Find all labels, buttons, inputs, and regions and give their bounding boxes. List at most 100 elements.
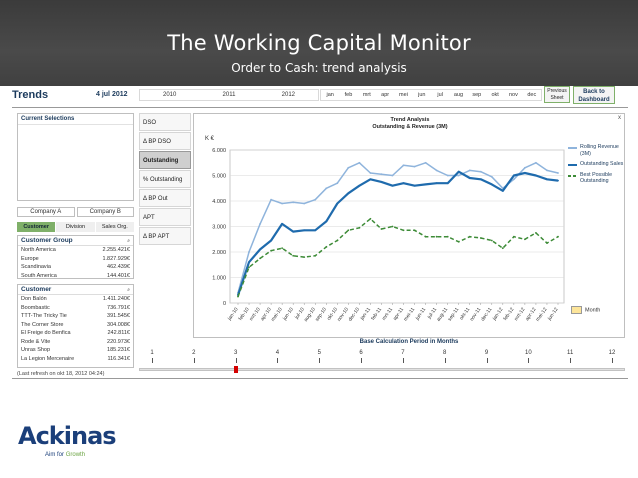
company-a-button[interactable]: Company A bbox=[17, 207, 75, 217]
slider-track[interactable] bbox=[139, 368, 625, 371]
x-tick-label: sep-11 bbox=[447, 307, 461, 323]
data-point bbox=[468, 235, 471, 238]
data-point bbox=[513, 174, 515, 177]
legend-item: Rolling Revenue (3M) bbox=[567, 144, 625, 157]
list-item[interactable]: Rode & Vite 220.973€ bbox=[18, 338, 133, 347]
month-option[interactable]: dec bbox=[523, 90, 541, 100]
back-to-dashboard-button[interactable]: Back to Dashboard bbox=[573, 86, 615, 104]
divider bbox=[12, 107, 628, 108]
legend-swatch bbox=[568, 164, 577, 166]
year-option[interactable]: 2011 bbox=[199, 90, 258, 100]
month-option[interactable]: mei bbox=[394, 90, 412, 100]
close-icon[interactable]: x bbox=[618, 115, 621, 121]
slider-tick bbox=[235, 358, 237, 363]
chart-title: Trend Analysis bbox=[390, 117, 430, 123]
list-item-value: 185.231€ bbox=[107, 347, 130, 353]
customer-list[interactable]: Customer ⌕ Don Balón 1.411.240€ Boombasti… bbox=[17, 284, 134, 368]
data-point bbox=[524, 166, 526, 169]
data-point bbox=[413, 165, 416, 168]
x-tick-label: jun-11 bbox=[414, 307, 427, 323]
page-title: The Working Capital Monitor bbox=[167, 31, 471, 55]
month-option[interactable]: jan bbox=[321, 90, 339, 100]
month-option[interactable]: mrt bbox=[358, 90, 376, 100]
legend-label: Best Possible Outstanding bbox=[580, 171, 613, 185]
list-item-value: 1.827.929€ bbox=[102, 255, 130, 262]
month-option[interactable]: jun bbox=[413, 90, 431, 100]
customer-group-list[interactable]: Customer Group ⌕ North America 2.255.421€… bbox=[17, 235, 134, 279]
kpi-bp-dso-button[interactable]: Δ BP DSO bbox=[139, 132, 191, 150]
data-point bbox=[457, 170, 460, 173]
period-slider[interactable]: 1 2 3 4 5 6 7 8 9 10 11 12 bbox=[139, 347, 625, 375]
kpi-apt-button[interactable]: APT bbox=[139, 208, 191, 226]
data-point bbox=[479, 178, 482, 181]
trend-chart: 0 1.000 2.000 3.000 4.000 5.000 6.000 jan-10 feb… bbox=[193, 113, 625, 338]
list-item[interactable]: North America 2.255.421€ bbox=[18, 246, 133, 255]
month-toggle[interactable]: Month bbox=[571, 306, 600, 314]
slider-tick bbox=[402, 358, 404, 363]
month-option[interactable]: apr bbox=[376, 90, 394, 100]
data-point bbox=[336, 239, 339, 242]
company-logo: Ackinas Aim for Growth bbox=[18, 422, 117, 466]
slider-tick bbox=[528, 358, 530, 363]
year-option[interactable]: 2010 bbox=[140, 90, 199, 100]
company-b-button[interactable]: Company B bbox=[76, 207, 134, 217]
month-option[interactable]: jul bbox=[431, 90, 449, 100]
data-point bbox=[446, 182, 449, 185]
search-icon[interactable]: ⌕ bbox=[127, 286, 130, 293]
slider-tick bbox=[277, 358, 279, 363]
series-line bbox=[236, 170, 559, 296]
list-item[interactable]: Europe 1.827.929€ bbox=[18, 255, 133, 264]
slider-tick bbox=[570, 358, 572, 363]
kpi-bp-apt-button[interactable]: Δ BP APT bbox=[139, 227, 191, 245]
list-item[interactable]: Unras Shop 185.231€ bbox=[18, 346, 133, 355]
data-point bbox=[347, 229, 350, 232]
kpi-bp-out-button[interactable]: Δ BP Out bbox=[139, 189, 191, 207]
data-point bbox=[314, 198, 317, 201]
legend-item: Best Possible Outstanding bbox=[567, 172, 625, 185]
month-option[interactable]: sep bbox=[468, 90, 486, 100]
list-item-value: 242.811€ bbox=[107, 330, 130, 336]
kpi-pct-outstanding-button[interactable]: % Outstanding bbox=[139, 170, 191, 188]
list-item[interactable]: Boombastic 736.791€ bbox=[18, 304, 133, 313]
legend-label: Outstanding Sales bbox=[580, 161, 624, 167]
list-item[interactable]: El Freige do Benfica 242.811€ bbox=[18, 329, 133, 338]
tab-sales-org[interactable]: Sales Org. bbox=[95, 222, 134, 232]
data-point bbox=[557, 235, 559, 238]
data-point bbox=[490, 183, 493, 186]
month-option[interactable]: feb bbox=[339, 90, 357, 100]
kpi-dso-button[interactable]: DSO bbox=[139, 113, 191, 131]
data-point bbox=[501, 189, 504, 192]
list-item[interactable]: Don Balón 1.411.240€ bbox=[18, 295, 133, 304]
list-item[interactable]: TTT-The Tricky Tie 391.545€ bbox=[18, 312, 133, 321]
list-item[interactable]: South America 144.401€ bbox=[18, 272, 133, 281]
year-option[interactable]: 2012 bbox=[259, 90, 318, 100]
data-point bbox=[303, 202, 306, 205]
list-item-value: 462.439€ bbox=[107, 264, 130, 270]
month-option[interactable]: aug bbox=[449, 90, 467, 100]
list-item[interactable]: Scandinavia 462.439€ bbox=[18, 263, 133, 272]
list-item-value: 391.545€ bbox=[107, 313, 130, 319]
data-point bbox=[369, 217, 372, 220]
data-point bbox=[524, 172, 526, 174]
list-item[interactable]: La Legion Mercenaire 116.341€ bbox=[18, 355, 133, 364]
month-option[interactable]: okt bbox=[486, 90, 504, 100]
month-option[interactable]: nov bbox=[504, 90, 522, 100]
kpi-outstanding-button[interactable]: Outstanding bbox=[139, 151, 191, 169]
list-item-name: El Freige do Benfica bbox=[21, 330, 71, 336]
x-tick-label: mei-12 bbox=[535, 307, 549, 323]
list-item[interactable]: The Corner Store 304.008€ bbox=[18, 321, 133, 330]
slider-thumb[interactable] bbox=[233, 366, 238, 373]
data-point bbox=[391, 174, 394, 177]
y-tick-label: 6.000 bbox=[212, 148, 226, 154]
previous-sheet-button[interactable]: Previous Sheet bbox=[544, 86, 570, 103]
search-icon[interactable]: ⌕ bbox=[127, 237, 130, 244]
page-subtitle: Order to Cash: trend analysis bbox=[231, 61, 407, 75]
last-refresh-text: (Last refresh on okt 18, 2012 04:24) bbox=[17, 371, 105, 377]
tab-customer[interactable]: Customer bbox=[17, 222, 56, 232]
tab-division[interactable]: Division bbox=[56, 222, 95, 232]
data-point bbox=[546, 169, 548, 172]
y-tick-label: 0 bbox=[223, 301, 226, 307]
slider-tick-label: 9 bbox=[484, 350, 489, 356]
header-banner: The Working Capital Monitor Order to Cas… bbox=[0, 0, 638, 86]
list-item-name: TTT-The Tricky Tie bbox=[21, 313, 67, 319]
